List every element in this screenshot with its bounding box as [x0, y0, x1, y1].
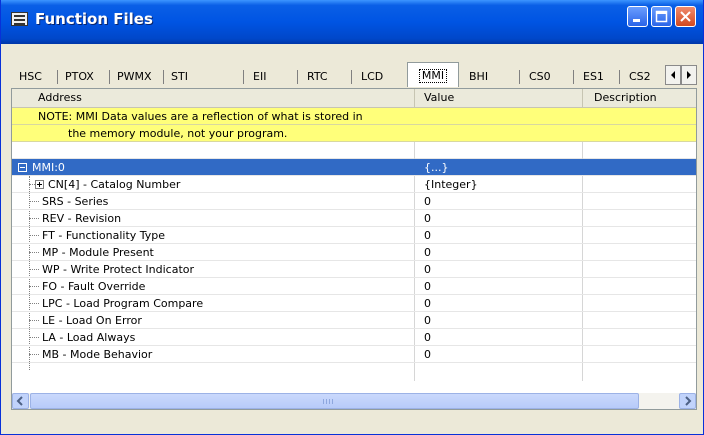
tab-scroll-arrows [665, 65, 697, 85]
row-value[interactable]: 0 [424, 212, 431, 225]
row-address: MMI:0 [32, 161, 65, 174]
tab-ptox[interactable]: PTOX [57, 66, 109, 88]
maximize-button[interactable] [651, 6, 672, 27]
table-row-empty [12, 142, 696, 159]
tab-rtc[interactable]: RTC [297, 66, 349, 88]
table-row[interactable]: LE - Load On Error 0 [12, 312, 696, 329]
scrollbar-thumb[interactable] [30, 393, 639, 409]
table-row[interactable]: FT - Functionality Type 0 [12, 227, 696, 244]
tab-sti[interactable]: STI [163, 66, 215, 88]
row-address: MP - Module Present [42, 246, 154, 259]
table-row[interactable]: LPC - Load Program Compare 0 [12, 295, 696, 312]
window-title: Function Files [35, 10, 153, 28]
tab-eii[interactable]: EII [243, 66, 287, 88]
tab-lcd[interactable]: LCD [351, 66, 407, 88]
table-row[interactable]: MP - Module Present 0 [12, 244, 696, 261]
scroll-left-button[interactable] [12, 393, 29, 409]
grip-icon [323, 399, 335, 404]
minimize-button[interactable] [627, 6, 648, 27]
tab-mmi[interactable]: MMI [407, 62, 459, 87]
note-row: the memory module, not your program. [12, 125, 696, 142]
row-address: REV - Revision [42, 212, 122, 225]
row-address: CN[4] - Catalog Number [48, 178, 181, 191]
note-row: NOTE: MMI Data values are a reflection o… [12, 108, 696, 125]
minimize-icon [633, 19, 640, 22]
arrow-left-icon [16, 396, 23, 406]
tab-scroll-right-button[interactable] [681, 65, 697, 85]
row-value[interactable]: 0 [424, 297, 431, 310]
tab-cs2[interactable]: CS2 [619, 66, 665, 88]
row-address: MB - Mode Behavior [42, 348, 153, 361]
row-value[interactable]: 0 [424, 229, 431, 242]
collapse-icon[interactable] [18, 163, 27, 172]
arrow-right-icon [687, 71, 691, 79]
expand-icon[interactable] [35, 180, 44, 189]
row-address: SRS - Series [42, 195, 109, 208]
tab-bhi[interactable]: BHI [461, 66, 513, 88]
tab-pwmx[interactable]: PWMX [109, 66, 163, 88]
table-row[interactable]: SRS - Series 0 [12, 193, 696, 210]
row-value[interactable]: 0 [424, 246, 431, 259]
function-files-icon [11, 12, 28, 26]
column-divider[interactable] [414, 89, 415, 108]
table-row-mmi-root[interactable]: MMI:0 {...} [12, 159, 696, 176]
table-row[interactable]: WP - Write Protect Indicator 0 [12, 261, 696, 278]
tab-strip: HSC PTOX PWMX STI EII RTC LCD MMI BHI CS… [11, 62, 697, 88]
table-row[interactable]: CN[4] - Catalog Number {Integer} [12, 176, 696, 193]
tab-scroll-left-button[interactable] [665, 65, 681, 85]
table-row[interactable]: REV - Revision 0 [12, 210, 696, 227]
data-grid: Address Value Description NOTE: MMI Data… [12, 89, 696, 381]
data-table-panel: Address Value Description NOTE: MMI Data… [11, 88, 697, 410]
row-address: FT - Functionality Type [42, 229, 166, 242]
scroll-right-button[interactable] [679, 393, 696, 409]
arrow-right-icon [685, 396, 692, 406]
close-button[interactable] [675, 6, 696, 27]
column-header-description[interactable]: Description [594, 91, 657, 104]
row-value[interactable]: 0 [424, 348, 431, 361]
row-value: {...} [424, 161, 449, 174]
column-divider[interactable] [582, 89, 583, 108]
row-value[interactable]: 0 [424, 263, 431, 276]
row-address: LA - Load Always [42, 331, 136, 344]
function-files-window: Function Files HSC PTOX PWMX STI EII RTC… [0, 0, 704, 435]
row-value[interactable]: 0 [424, 195, 431, 208]
row-value[interactable]: {Integer} [424, 178, 478, 191]
column-header-address[interactable]: Address [38, 91, 82, 104]
maximize-icon [655, 10, 668, 23]
title-bar[interactable]: Function Files [1, 0, 703, 44]
row-address: WP - Write Protect Indicator [42, 263, 195, 276]
row-value[interactable]: 0 [424, 314, 431, 327]
column-header-row: Address Value Description [12, 89, 696, 108]
horizontal-scrollbar[interactable] [12, 393, 696, 409]
note-text-line2: the memory module, not your program. [68, 127, 288, 140]
row-address: LE - Load On Error [42, 314, 142, 327]
table-row[interactable]: MB - Mode Behavior 0 [12, 346, 696, 363]
tab-cs0[interactable]: CS0 [519, 66, 565, 88]
tab-es1[interactable]: ES1 [573, 66, 619, 88]
row-value[interactable]: 0 [424, 331, 431, 344]
arrow-left-icon [671, 71, 675, 79]
row-value[interactable]: 0 [424, 280, 431, 293]
tab-hsc[interactable]: HSC [13, 66, 57, 88]
row-address: LPC - Load Program Compare [42, 297, 204, 310]
note-text-line1: NOTE: MMI Data values are a reflection o… [38, 110, 363, 123]
row-address: FO - Fault Override [42, 280, 146, 293]
column-header-value[interactable]: Value [424, 91, 454, 104]
table-row[interactable]: LA - Load Always 0 [12, 329, 696, 346]
table-row[interactable]: FO - Fault Override 0 [12, 278, 696, 295]
close-icon [680, 11, 691, 22]
